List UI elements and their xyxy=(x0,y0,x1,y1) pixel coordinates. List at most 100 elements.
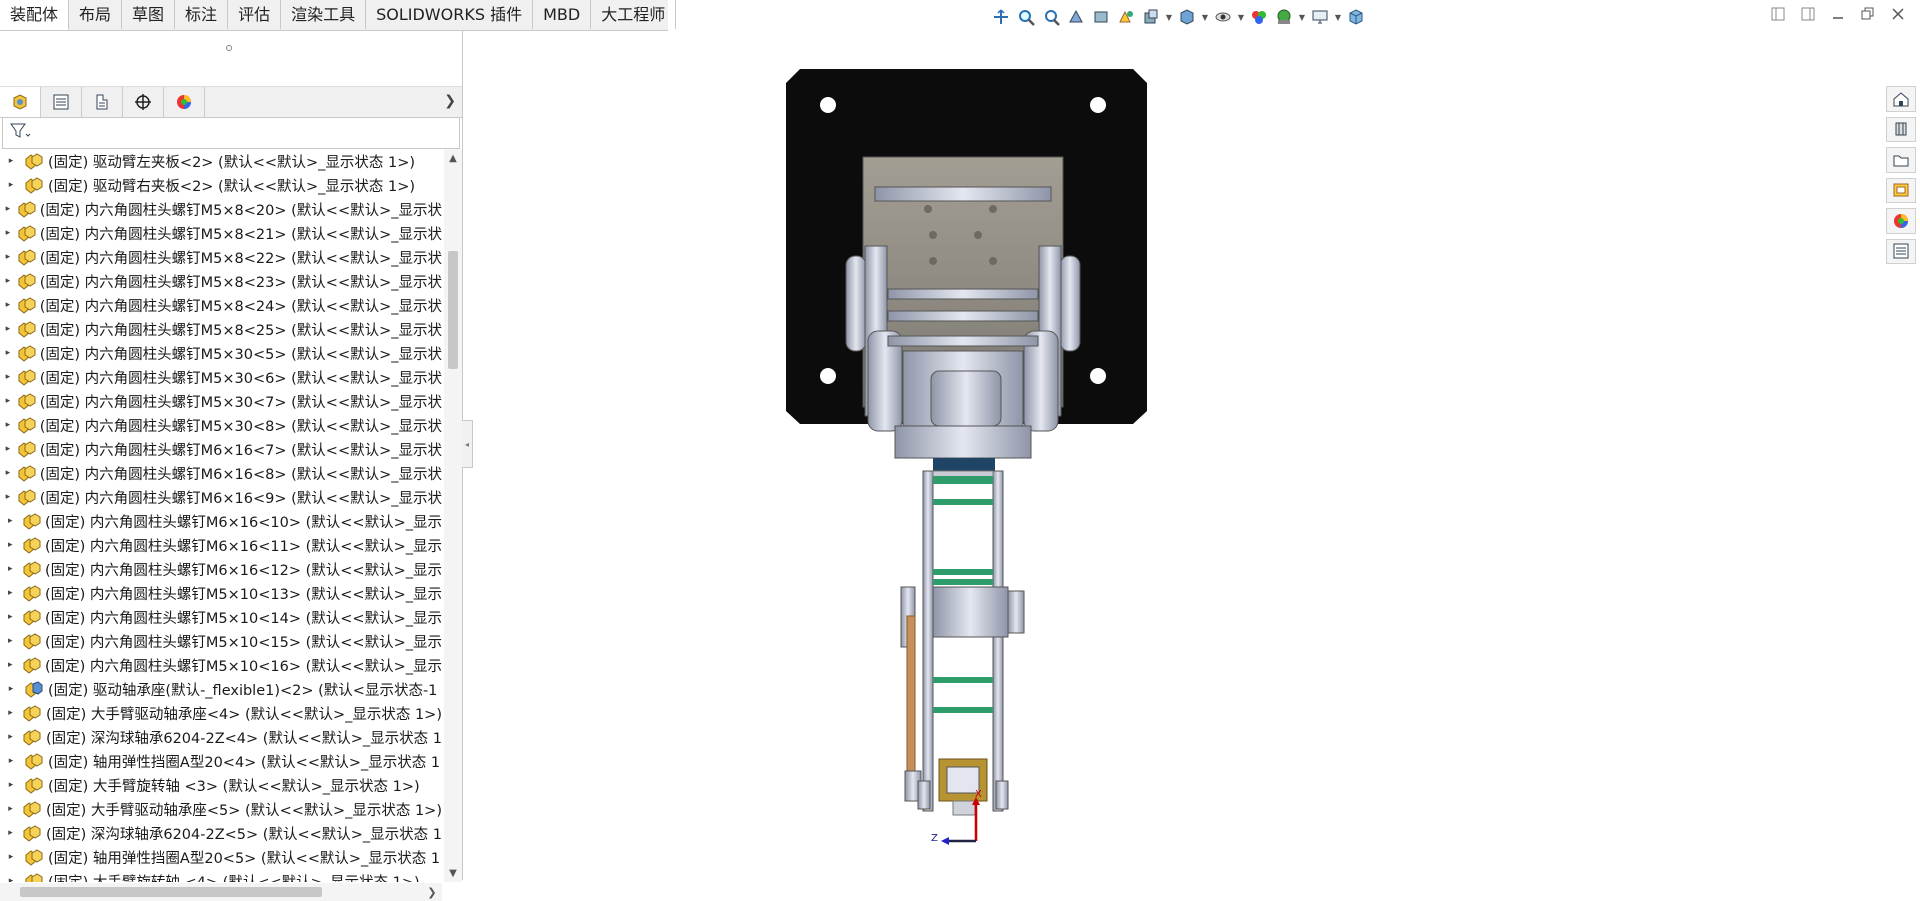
graphics-area[interactable]: X Z xyxy=(463,31,1886,880)
expand-arrow-icon[interactable]: ▸ xyxy=(0,708,21,718)
chevron-down-icon[interactable]: ▼ xyxy=(444,864,462,882)
expand-arrow-icon[interactable]: ▸ xyxy=(0,852,22,862)
scrollbar-thumb[interactable] xyxy=(20,887,322,897)
displaymanager-icon[interactable] xyxy=(164,87,205,117)
appearances-icon[interactable] xyxy=(1886,208,1916,234)
chevron-down-icon[interactable]: ▼ xyxy=(1165,6,1173,28)
tree-row[interactable]: ▸ (固定) 轴用弹性挡圈A型20<4> (默认<<默认>_显示状态 1 xyxy=(0,749,442,773)
tree-row[interactable]: ▸ (固定) 深沟球轴承6204-2Z<4> (默认<<默认>_显示状态 1 xyxy=(0,725,442,749)
chevron-up-icon[interactable]: ▲ xyxy=(444,149,462,167)
tree-row[interactable]: ▸ (固定) 内六角圆柱头螺钉M5×30<6> (默认<<默认>_显示状 xyxy=(0,365,442,389)
apply-scene-icon[interactable] xyxy=(1248,6,1270,28)
chevron-down-icon[interactable]: ▼ xyxy=(1334,6,1342,28)
section-view-icon[interactable] xyxy=(1065,6,1087,28)
expand-arrow-icon[interactable]: ▸ xyxy=(0,324,16,334)
expand-arrow-icon[interactable]: ▸ xyxy=(0,732,21,742)
expand-arrow-icon[interactable]: ▸ xyxy=(0,756,22,766)
tab-4[interactable]: 评估 xyxy=(228,0,282,29)
tree-row[interactable]: ▸ (固定) 内六角圆柱头螺钉M5×8<24> (默认<<默认>_显示状 xyxy=(0,293,442,317)
expand-arrow-icon[interactable]: ▸ xyxy=(0,540,21,550)
tree-row[interactable]: ▸ (固定) 内六角圆柱头螺钉M5×8<21> (默认<<默认>_显示状 xyxy=(0,221,442,245)
tab-8[interactable]: 大工程师 xyxy=(591,0,677,29)
expand-arrow-icon[interactable]: ▸ xyxy=(0,420,16,430)
expand-arrow-icon[interactable]: ▸ xyxy=(0,612,21,622)
tab-6[interactable]: SOLIDWORKS 插件 xyxy=(366,0,534,29)
expand-arrow-icon[interactable]: ▸ xyxy=(0,804,21,814)
chevron-down-icon[interactable]: ▼ xyxy=(1201,6,1209,28)
expand-arrow-icon[interactable]: ▸ xyxy=(0,204,16,214)
filter-icon[interactable] xyxy=(9,122,31,144)
tree-row[interactable]: ▸ (固定) 内六角圆柱头螺钉M5×30<7> (默认<<默认>_显示状 xyxy=(0,389,442,413)
3d-view-icon[interactable] xyxy=(1345,6,1367,28)
file-explorer-icon[interactable] xyxy=(1886,147,1916,173)
tree-row[interactable]: ▸ (固定) 内六角圆柱头螺钉M5×10<15> (默认<<默认>_显示 xyxy=(0,629,442,653)
expand-arrow-icon[interactable]: ▸ xyxy=(0,636,21,646)
tree-row[interactable]: ▸ (固定) 内六角圆柱头螺钉M5×10<16> (默认<<默认>_显示 xyxy=(0,653,442,677)
expand-arrow-icon[interactable]: ▸ xyxy=(0,876,22,882)
tab-7[interactable]: MBD xyxy=(533,0,592,29)
tree-row[interactable]: ▸ (固定) 驱动轴承座(默认-_flexible1)<2> (默认<显示状态-1 xyxy=(0,677,442,701)
tree-row[interactable]: ▸ (固定) 内六角圆柱头螺钉M6×16<8> (默认<<默认>_显示状 xyxy=(0,461,442,485)
tree-row[interactable]: ▸ (固定) 大手臂旋转轴 <4> (默认<<默认>_显示状态 1>) xyxy=(0,869,442,882)
expand-arrow-icon[interactable]: ▸ xyxy=(0,300,16,310)
expand-arrow-icon[interactable]: ▸ xyxy=(0,444,16,454)
tab-1[interactable]: 布局 xyxy=(69,0,123,29)
expand-arrow-icon[interactable]: ▸ xyxy=(0,588,21,598)
chevron-right-icon[interactable]: ❯ xyxy=(424,883,440,901)
zoom-to-fit-icon[interactable] xyxy=(990,6,1012,28)
expand-arrow-icon[interactable]: ▸ xyxy=(0,372,16,382)
expand-arrow-icon[interactable]: ▸ xyxy=(0,396,16,406)
tree-row[interactable]: ▸ (固定) 深沟球轴承6204-2Z<5> (默认<<默认>_显示状态 1 xyxy=(0,821,442,845)
expand-arrow-icon[interactable]: ▸ xyxy=(0,252,16,262)
close-icon[interactable] xyxy=(1888,4,1908,24)
tree-row[interactable]: ▸ (固定) 内六角圆柱头螺钉M6×16<11> (默认<<默认>_显示 xyxy=(0,533,442,557)
tree-row[interactable]: ▸ (固定) 内六角圆柱头螺钉M5×10<13> (默认<<默认>_显示 xyxy=(0,581,442,605)
hide-show-icon[interactable] xyxy=(1176,6,1198,28)
expand-arrow-icon[interactable]: ▸ xyxy=(0,228,16,238)
chevron-right-icon[interactable]: ❯ xyxy=(444,93,456,109)
horizontal-scrollbar[interactable]: ❯ xyxy=(0,883,442,901)
minimize-icon[interactable] xyxy=(1828,4,1848,24)
tree-row[interactable]: ▸ (固定) 驱动臂左夹板<2> (默认<<默认>_显示状态 1>) xyxy=(0,149,442,173)
tree-row[interactable]: ▸ (固定) 内六角圆柱头螺钉M5×8<20> (默认<<默认>_显示状 xyxy=(0,197,442,221)
tab-0[interactable]: 装配体 xyxy=(0,0,70,30)
tree-row[interactable]: ▸ (固定) 内六角圆柱头螺钉M5×10<14> (默认<<默认>_显示 xyxy=(0,605,442,629)
tree-filter-field[interactable] xyxy=(2,117,460,149)
view-orientation-icon[interactable] xyxy=(1115,6,1137,28)
tree-row[interactable]: ▸ (固定) 驱动臂右夹板<2> (默认<<默认>_显示状态 1>) xyxy=(0,173,442,197)
scrollbar-thumb[interactable] xyxy=(448,251,458,369)
tab-2[interactable]: 草图 xyxy=(122,0,176,29)
tree-row[interactable]: ▸ (固定) 内六角圆柱头螺钉M5×30<5> (默认<<默认>_显示状 xyxy=(0,341,442,365)
zoom-area-icon[interactable] xyxy=(1015,6,1037,28)
dimxpertmanager-icon[interactable] xyxy=(123,87,164,117)
solidworks-resources-icon[interactable] xyxy=(1886,86,1916,112)
panel-right-icon[interactable] xyxy=(1798,4,1818,24)
expand-arrow-icon[interactable]: ▸ xyxy=(0,828,21,838)
tree-row[interactable]: ▸ (固定) 大手臂驱动轴承座<4> (默认<<默认>_显示状态 1>) xyxy=(0,701,442,725)
configurationmanager-icon[interactable] xyxy=(82,87,123,117)
dynamic-annotation-icon[interactable] xyxy=(1090,6,1112,28)
featuremanager-tree-icon[interactable] xyxy=(0,87,41,117)
panel-left-icon[interactable] xyxy=(1768,4,1788,24)
tab-3[interactable]: 标注 xyxy=(175,0,229,29)
tree-row[interactable]: ▸ (固定) 内六角圆柱头螺钉M6×16<10> (默认<<默认>_显示 xyxy=(0,509,442,533)
expand-arrow-icon[interactable]: ▸ xyxy=(0,468,16,478)
robot-arm-model[interactable] xyxy=(463,31,1886,880)
display-style-icon[interactable] xyxy=(1140,6,1162,28)
tree-row[interactable]: ▸ (固定) 内六角圆柱头螺钉M6×16<9> (默认<<默认>_显示状 xyxy=(0,485,442,509)
vertical-scrollbar[interactable]: ▲ ▼ xyxy=(444,149,462,882)
tree-row[interactable]: ▸ (固定) 内六角圆柱头螺钉M5×8<22> (默认<<默认>_显示状 xyxy=(0,245,442,269)
view-settings-icon[interactable] xyxy=(1273,6,1295,28)
chevron-down-icon[interactable]: ▼ xyxy=(1237,6,1245,28)
edit-appearance-icon[interactable] xyxy=(1212,6,1234,28)
tree-row[interactable]: ▸ (固定) 内六角圆柱头螺钉M5×8<25> (默认<<默认>_显示状 xyxy=(0,317,442,341)
expand-arrow-icon[interactable]: ▸ xyxy=(0,492,16,502)
expand-arrow-icon[interactable]: ▸ xyxy=(0,660,21,670)
monitor-icon[interactable] xyxy=(1309,6,1331,28)
expand-arrow-icon[interactable]: ▸ xyxy=(0,276,16,286)
tree-row[interactable]: ▸ (固定) 轴用弹性挡圈A型20<5> (默认<<默认>_显示状态 1 xyxy=(0,845,442,869)
tree-row[interactable]: ▸ (固定) 大手臂驱动轴承座<5> (默认<<默认>_显示状态 1>) xyxy=(0,797,442,821)
tree-row[interactable]: ▸ (固定) 内六角圆柱头螺钉M6×16<7> (默认<<默认>_显示状 xyxy=(0,437,442,461)
expand-arrow-icon[interactable]: ▸ xyxy=(0,156,22,166)
custom-properties-icon[interactable] xyxy=(1886,238,1916,264)
